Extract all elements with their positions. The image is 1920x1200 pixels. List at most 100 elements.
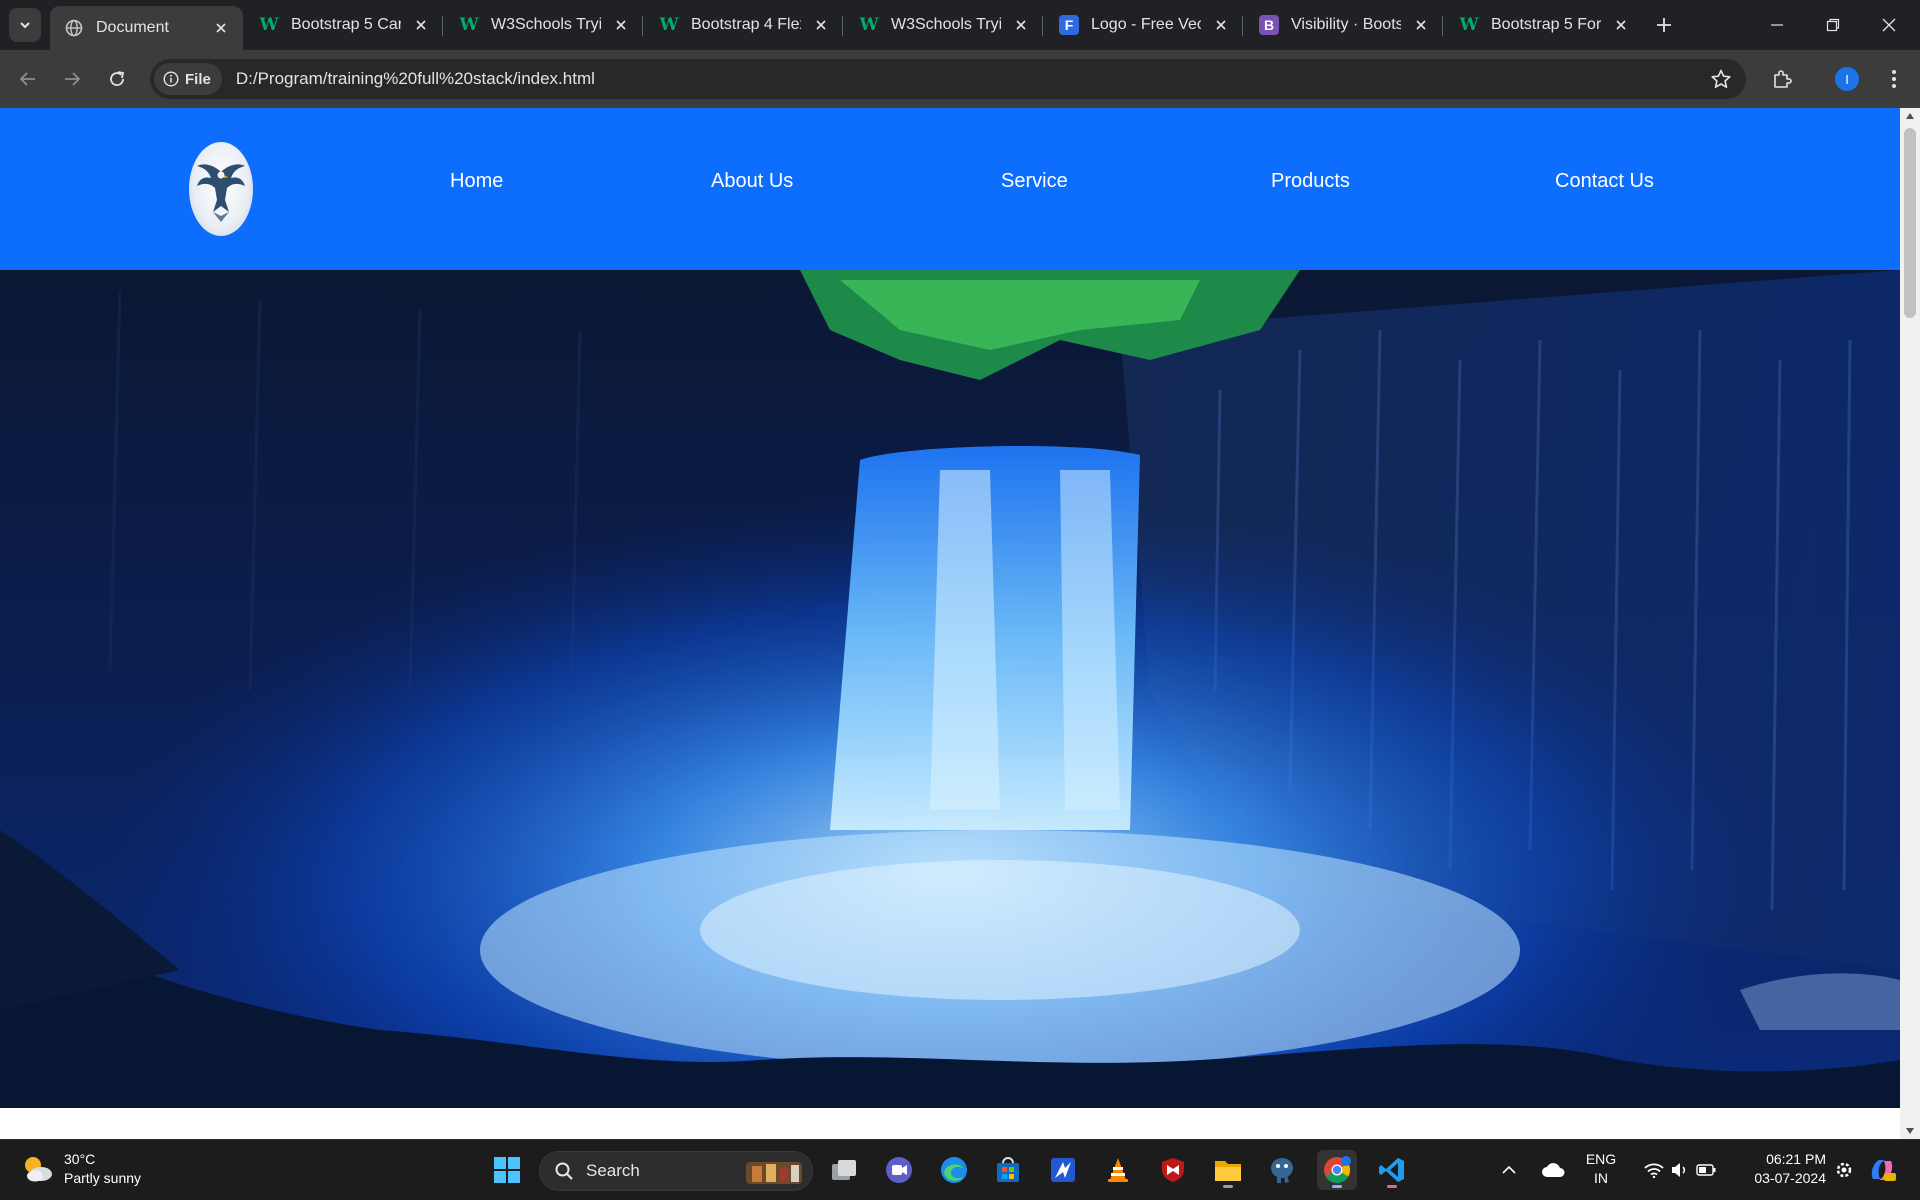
new-tab-button[interactable] (1651, 12, 1677, 38)
profile-avatar[interactable]: I (1835, 67, 1859, 91)
back-button[interactable] (12, 63, 44, 95)
folder-icon (1215, 1161, 1241, 1181)
browser-tab-strip: Document W Bootstrap 5 Card W W3Schools … (0, 0, 1920, 50)
page-scrollbar[interactable] (1900, 108, 1920, 1139)
nav-link-about-us[interactable]: About Us (711, 170, 793, 193)
shield-icon (1162, 1158, 1184, 1182)
nav-link-home[interactable]: Home (450, 170, 503, 193)
chrome-button[interactable] (1317, 1150, 1357, 1190)
browser-menu-button[interactable] (1878, 63, 1910, 95)
extensions-button[interactable] (1766, 63, 1798, 95)
close-icon[interactable] (1211, 15, 1231, 35)
running-indicator (1332, 1185, 1342, 1188)
nav-link-products[interactable]: Products (1271, 170, 1350, 193)
bookmark-star-icon[interactable] (1710, 68, 1732, 95)
tab-title: Document (96, 19, 169, 36)
clock-date: 03-07-2024 (1754, 1170, 1826, 1186)
reload-button[interactable] (101, 63, 133, 95)
reload-icon (110, 71, 125, 86)
close-icon[interactable] (611, 15, 631, 35)
close-icon (1882, 18, 1896, 32)
address-bar[interactable]: File D:/Program/training%20full%20stack/… (150, 59, 1746, 99)
tab-title: Bootstrap 4 Flex (691, 16, 801, 33)
url-text[interactable]: D:/Program/training%20full%20stack/index… (236, 69, 595, 89)
running-indicator (1387, 1185, 1397, 1188)
language-indicator[interactable]: ENG IN (1578, 1150, 1624, 1188)
language-region: IN (1594, 1170, 1608, 1186)
nav-link-contact-us[interactable]: Contact Us (1555, 170, 1654, 193)
mcafee-button[interactable] (1153, 1150, 1193, 1190)
meet-app-button[interactable] (879, 1150, 919, 1190)
close-icon[interactable] (411, 15, 431, 35)
language-code: ENG (1585, 1151, 1617, 1167)
edge-browser-button[interactable] (934, 1150, 974, 1190)
close-window-button[interactable] (1861, 0, 1917, 50)
tab-document[interactable]: Document (50, 6, 243, 50)
eagle-logo[interactable] (189, 142, 253, 236)
chrome-icon (1324, 1156, 1351, 1184)
bootstrap-icon: B (1259, 15, 1279, 35)
tab-title: Visibility · Boots (1291, 16, 1401, 33)
puzzle-icon (1774, 70, 1792, 88)
postgresql-button[interactable] (1262, 1150, 1302, 1190)
scrollbar-thumb[interactable] (1904, 128, 1916, 318)
scroll-down-icon[interactable] (1900, 1123, 1920, 1139)
weather-widget[interactable]: 30°C Partly sunny (20, 1150, 141, 1188)
video-chat-icon (886, 1157, 912, 1183)
store-icon (997, 1157, 1019, 1182)
close-icon[interactable] (1411, 15, 1431, 35)
site-navbar: Home About Us Service Products Contact U… (0, 108, 1900, 270)
close-icon[interactable] (1611, 15, 1631, 35)
freepik-icon: F (1059, 15, 1079, 35)
vlc-cone-icon (1108, 1158, 1128, 1182)
hero-waterfall-image (0, 270, 1900, 1108)
vlc-button[interactable] (1098, 1150, 1138, 1190)
plus-icon (1657, 18, 1671, 32)
tab-logo-free-vector[interactable]: F Logo - Free Vect (1045, 6, 1243, 44)
restore-button[interactable] (1805, 0, 1861, 50)
microsoft-store-button[interactable] (988, 1150, 1028, 1190)
edge-icon (941, 1157, 967, 1183)
cloud-icon (1542, 1163, 1565, 1177)
search-label: Search (586, 1161, 640, 1180)
tab-bootstrap-flex[interactable]: W Bootstrap 4 Flex (645, 6, 843, 44)
tab-bootstrap-card[interactable]: W Bootstrap 5 Card (245, 6, 443, 44)
copilot-button[interactable] (1863, 1150, 1901, 1190)
tab-bootstrap-forms[interactable]: W Bootstrap 5 Forn (1445, 6, 1643, 44)
minimize-icon (1771, 24, 1783, 26)
info-icon (163, 71, 179, 87)
search-icon (555, 1162, 573, 1180)
windows-logo-icon (494, 1157, 520, 1183)
close-icon[interactable] (811, 15, 831, 35)
tab-w3schools-tryit-1[interactable]: W W3Schools Tryit (445, 6, 643, 44)
taskbar-search-box[interactable]: Search (539, 1151, 813, 1191)
w3schools-icon: W (859, 15, 879, 35)
tab-w3schools-tryit-2[interactable]: W W3Schools Tryit (845, 6, 1043, 44)
onedrive-button[interactable] (1535, 1150, 1571, 1190)
clock[interactable]: 06:21 PM 03-07-2024 (1732, 1150, 1826, 1188)
vscode-button[interactable] (1372, 1150, 1412, 1190)
nav-link-service[interactable]: Service (1001, 170, 1068, 193)
autodesk-app-button[interactable] (1043, 1150, 1083, 1190)
show-hidden-icons-button[interactable] (1494, 1150, 1524, 1190)
tab-search-button[interactable] (9, 8, 41, 42)
focus-button[interactable] (1829, 1150, 1859, 1190)
file-explorer-button[interactable] (1208, 1150, 1248, 1190)
elephant-icon (1271, 1158, 1293, 1183)
more-vertical-icon (1892, 70, 1896, 88)
start-button[interactable] (487, 1150, 527, 1190)
site-info-chip[interactable]: File (154, 63, 222, 95)
restore-icon (1826, 18, 1840, 32)
forward-button[interactable] (56, 63, 88, 95)
task-view-button[interactable] (824, 1150, 864, 1190)
tab-bootstrap-visibility[interactable]: B Visibility · Boots (1245, 6, 1443, 44)
minimize-button[interactable] (1749, 0, 1805, 50)
tab-title: Bootstrap 5 Card (291, 16, 401, 33)
weather-temperature: 30°C (64, 1151, 96, 1167)
wifi-icon (1644, 1163, 1664, 1178)
chevron-down-icon (20, 22, 30, 29)
scroll-up-icon[interactable] (1900, 108, 1920, 124)
quick-settings-button[interactable] (1640, 1150, 1720, 1190)
close-icon[interactable] (1011, 15, 1031, 35)
close-icon[interactable] (211, 18, 231, 38)
